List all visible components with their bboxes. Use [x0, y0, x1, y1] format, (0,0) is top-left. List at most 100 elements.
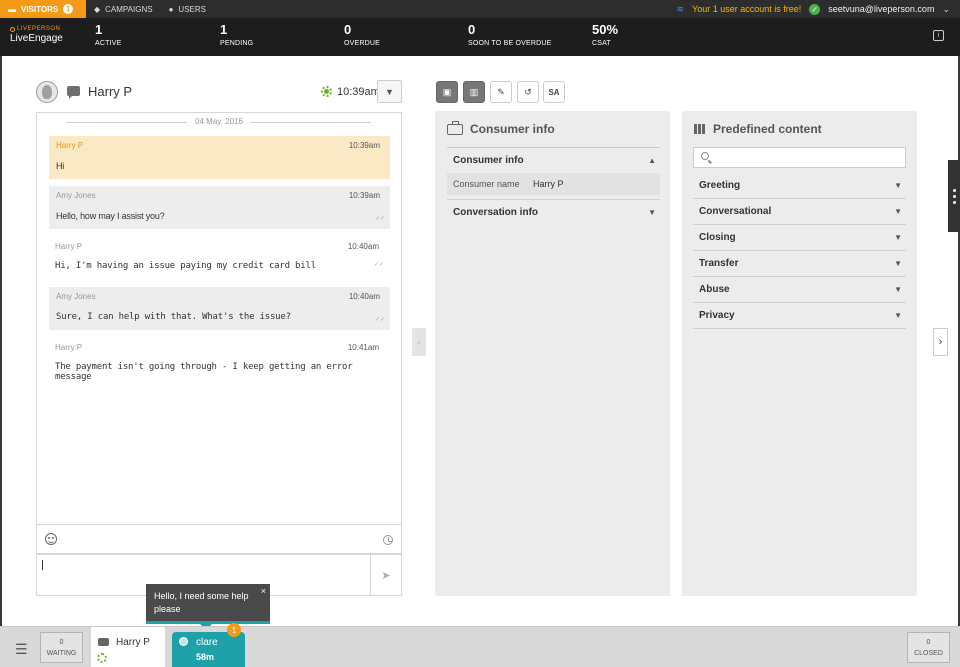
- unread-badge: 1: [227, 623, 241, 637]
- consumer-info-button[interactable]: ▣: [436, 81, 458, 103]
- chat-message: Amy Jones 10:40am Sure, I can help with …: [49, 287, 390, 330]
- message-sender: Harry P: [56, 141, 84, 150]
- text-caret: [42, 560, 43, 570]
- category-abuse[interactable]: Abuse ▼: [693, 277, 906, 303]
- chevron-down-icon[interactable]: ⌄: [942, 4, 950, 15]
- app-root: ▬ VISITORS 1 ◆ CAMPAIGNS ● USERS ≋ Your …: [0, 0, 960, 667]
- category-privacy[interactable]: Privacy ▼: [693, 303, 906, 329]
- tab-wait-time: 58m: [196, 652, 215, 662]
- waiting-count: 0: [59, 639, 64, 646]
- category-transfer[interactable]: Transfer ▼: [693, 251, 906, 277]
- visitor-avatar: [36, 81, 58, 103]
- chevron-up-icon: ▲: [648, 156, 656, 165]
- chat-transcript[interactable]: 04 May. 2016 Harry P 10:39am Hi Amy Jone…: [36, 112, 402, 524]
- section-consumer-info[interactable]: Consumer info ▲: [447, 147, 660, 173]
- category-conversational[interactable]: Conversational ▼: [693, 199, 906, 225]
- chevron-down-icon: ▼: [894, 233, 902, 242]
- expand-right-button[interactable]: ›: [933, 328, 948, 356]
- message-sender: Harry P: [55, 242, 83, 251]
- nav-visitors[interactable]: ▬ VISITORS 1: [0, 0, 86, 18]
- history-button[interactable]: ↺: [517, 81, 539, 103]
- collapse-panel-button[interactable]: ‹: [412, 328, 426, 356]
- stat-label: ACTIVE: [95, 40, 122, 47]
- chat-actions-dropdown[interactable]: ▼: [377, 80, 402, 103]
- stat-value: 0: [468, 22, 476, 37]
- gear-icon: [97, 653, 107, 663]
- chat-message: Harry P 10:40am Hi, I'm having an issue …: [48, 237, 389, 275]
- message-text: Hello, how may I assist you?: [56, 211, 165, 221]
- account-email[interactable]: seetvuna@liveperson.com: [828, 4, 934, 14]
- search-icon: [701, 152, 709, 160]
- tooltip-text: Hello, I need some help please: [154, 591, 249, 614]
- category-label: Abuse: [699, 284, 730, 295]
- incoming-message-tooltip[interactable]: Hello, I need some help please ×: [146, 584, 270, 630]
- stat-overdue[interactable]: 0 OVERDUE: [344, 23, 381, 48]
- panel-title: Predefined content: [694, 122, 822, 136]
- category-label: Transfer: [699, 258, 739, 269]
- section-conversation-info[interactable]: Conversation info ▼: [447, 199, 660, 225]
- hamburger-icon[interactable]: ☰: [15, 641, 28, 658]
- stat-soon-overdue[interactable]: 0 SOON TO BE OVERDUE: [468, 22, 551, 48]
- brand-logo: LIVEPERSON LiveEngage: [10, 26, 80, 44]
- message-time: 10:40am: [347, 242, 379, 251]
- stat-active[interactable]: 1 ACTIVE: [95, 23, 122, 48]
- visitor-name: Harry P: [88, 84, 133, 99]
- composer-toolbar: [36, 524, 402, 554]
- stat-pending[interactable]: 1 PENDING: [220, 23, 253, 48]
- chat-bubble-icon: [67, 86, 80, 99]
- emoji-icon[interactable]: [45, 533, 57, 545]
- message-text: The payment isn't going through - I keep…: [55, 362, 353, 382]
- message-time: 10:39am: [348, 141, 380, 150]
- consumer-sections: Consumer info ▲ Consumer name Harry P Co…: [447, 147, 660, 225]
- free-account-notice[interactable]: Your 1 user account is free!: [692, 4, 801, 14]
- category-label: Privacy: [699, 310, 735, 321]
- user-icon: ●: [168, 4, 174, 14]
- message-sender: Harry P: [55, 343, 83, 352]
- nav-campaigns-label: CAMPAIGNS: [105, 4, 153, 14]
- nav-users[interactable]: ● USERS: [161, 0, 214, 18]
- predefined-content-button[interactable]: ▥: [463, 81, 485, 103]
- category-closing[interactable]: Closing ▼: [693, 225, 906, 251]
- send-button[interactable]: ➤: [370, 555, 401, 595]
- waiting-counter[interactable]: 0 WAITING: [40, 632, 83, 663]
- message-sender: Amy Jones: [56, 191, 96, 200]
- nav-campaigns[interactable]: ◆ CAMPAIGNS: [86, 0, 161, 18]
- top-nav: ▬ VISITORS 1 ◆ CAMPAIGNS ● USERS ≋ Your …: [0, 0, 960, 18]
- message-text: Sure, I can help with that. What's the i…: [56, 312, 291, 322]
- search-input[interactable]: [693, 147, 906, 168]
- stat-label: CSAT: [592, 40, 611, 47]
- nav-users-label: USERS: [178, 4, 206, 14]
- panel-title-text: Consumer info: [470, 122, 555, 136]
- sa-button[interactable]: SA: [543, 81, 565, 103]
- category-label: Greeting: [699, 180, 741, 191]
- chat-start-time: 10:39am: [337, 86, 380, 98]
- field-row: Consumer name Harry P: [447, 173, 660, 195]
- stat-label: OVERDUE: [344, 40, 381, 47]
- chat-header: Harry P 10:39am ▼: [36, 80, 402, 106]
- stat-csat[interactable]: 50% CSAT: [592, 22, 619, 48]
- category-label: Conversational: [699, 206, 772, 217]
- tab-visitor-name: clare: [196, 637, 218, 648]
- conversation-tab-clare[interactable]: clare 58m: [172, 632, 245, 667]
- books-icon: [694, 124, 706, 134]
- date-separator: 04 May. 2016: [37, 117, 401, 126]
- send-icon: ➤: [381, 569, 391, 582]
- info-icon[interactable]: i: [933, 30, 944, 41]
- category-label: Closing: [699, 232, 736, 243]
- category-greeting[interactable]: Greeting ▼: [693, 173, 906, 199]
- stat-value: 50%: [592, 22, 619, 37]
- brand-name: LiveEngage: [10, 33, 63, 44]
- chevron-down-icon: ▼: [648, 208, 656, 217]
- close-icon[interactable]: ×: [261, 585, 266, 598]
- clock-icon[interactable]: [383, 535, 393, 545]
- notes-button[interactable]: ✎: [490, 81, 512, 103]
- tag-icon: ◆: [94, 4, 101, 14]
- predefined-categories: Greeting ▼ Conversational ▼ Closing ▼ Trans…: [693, 173, 906, 329]
- side-drawer-handle[interactable]: [948, 160, 960, 232]
- consumer-info-panel: Consumer info Consumer info ▲ Consumer n…: [435, 111, 670, 596]
- chevron-down-icon: ▼: [894, 259, 902, 268]
- brand-small-text: LIVEPERSON: [17, 26, 61, 32]
- conversation-tab-harry[interactable]: Harry P: [91, 627, 165, 667]
- chevron-right-icon: ›: [938, 336, 943, 348]
- closed-counter[interactable]: 0 CLOSED: [907, 632, 950, 663]
